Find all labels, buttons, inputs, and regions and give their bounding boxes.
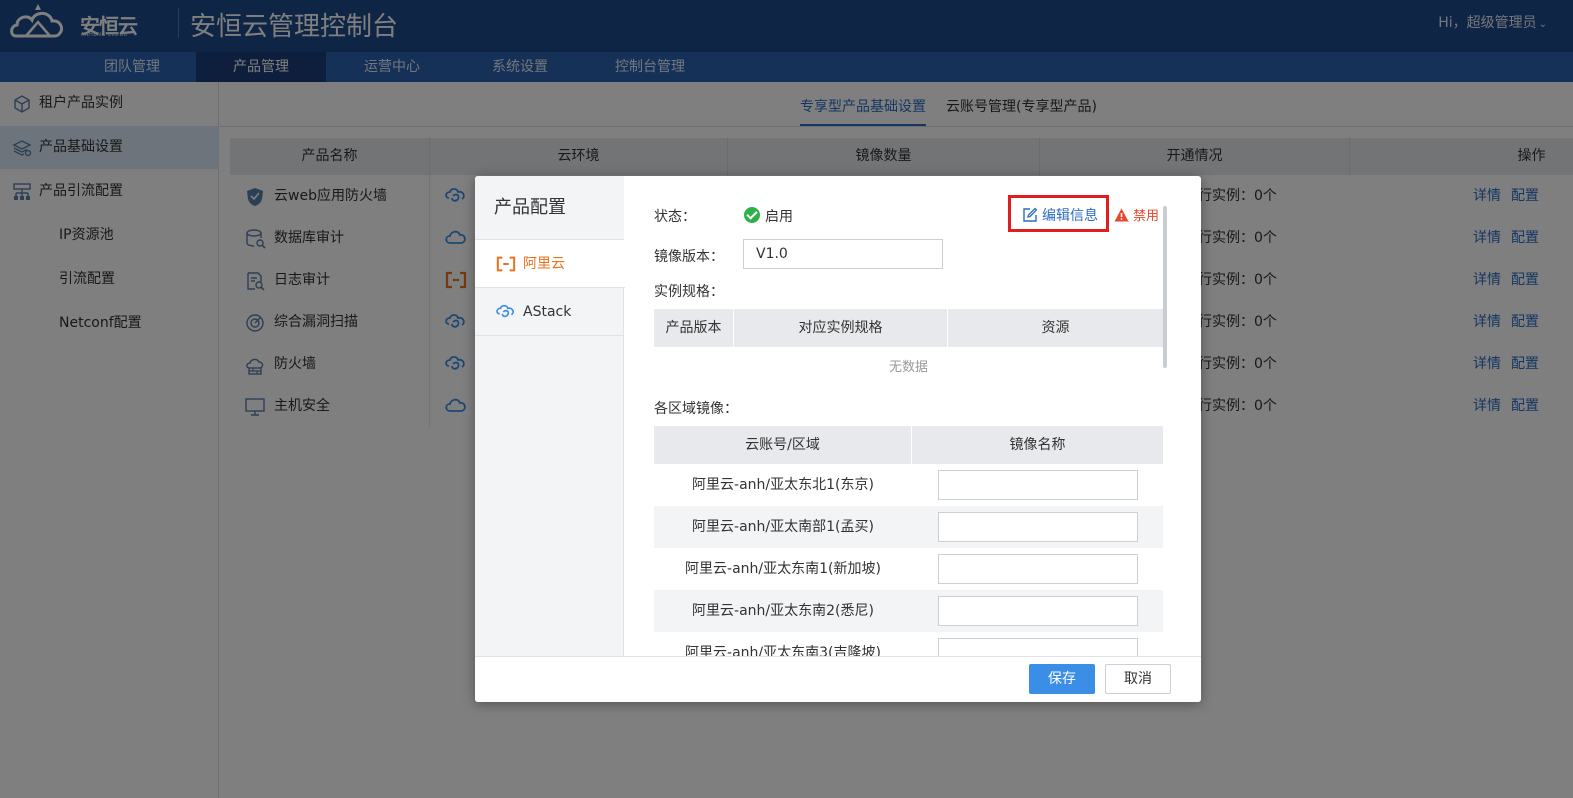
column-header-account-region: 云账号/区域: [654, 426, 912, 464]
column-header-product-version: 产品版本: [654, 309, 734, 347]
cancel-button[interactable]: 取消: [1105, 664, 1171, 694]
image-version-input[interactable]: V1.0: [743, 239, 943, 269]
provider-label: 阿里云: [523, 256, 565, 272]
spec-label: 实例规格：: [654, 284, 724, 300]
region-name: 阿里云-anh/亚太东南3(吉隆坡): [685, 645, 881, 656]
table-row: 阿里云-anh/亚太东南1(新加坡): [654, 548, 1163, 590]
scrollbar[interactable]: [1163, 206, 1167, 368]
status-value: 启用: [765, 209, 793, 225]
version-label: 镜像版本：: [654, 249, 724, 265]
column-header-image-name: 镜像名称: [1009, 437, 1066, 453]
region-name: 阿里云-anh/亚太东北1(东京): [692, 477, 874, 493]
region-name: 阿里云-anh/亚太南部1(孟买): [692, 519, 874, 535]
dialog-title: 产品配置: [475, 176, 624, 240]
column-header-instance-spec: 对应实例规格: [734, 309, 948, 347]
region-label: 各区域镜像：: [654, 401, 738, 417]
table-row: 阿里云-anh/亚太东北1(东京): [654, 464, 1163, 506]
table-row: 阿里云-anh/亚太东南2(悉尼): [654, 590, 1163, 632]
table-row: 阿里云-anh/亚太东南3(吉隆坡): [654, 632, 1163, 656]
provider-item-aliyun[interactable]: 阿里云: [475, 240, 625, 288]
status-label: 状态：: [654, 209, 696, 225]
provider-label: AStack: [523, 304, 572, 320]
spec-table-header: 产品版本 对应实例规格 资源: [654, 309, 1163, 347]
save-button[interactable]: 保存: [1029, 664, 1095, 694]
aliyun-icon: [496, 256, 516, 272]
region-table-header: 云账号/区域 镜像名称: [654, 426, 1163, 464]
table-row: 阿里云-anh/亚太南部1(孟买): [654, 506, 1163, 548]
column-header-resource: 资源: [1041, 320, 1070, 336]
image-name-input[interactable]: [938, 596, 1138, 626]
product-config-dialog: 产品配置 阿里云 AStack 状态： 启用 编辑信息 禁用 镜像版本： V1.…: [475, 176, 1201, 702]
edit-info-button[interactable]: 编辑信息: [1022, 205, 1098, 225]
provider-list: 产品配置 阿里云 AStack: [475, 176, 625, 656]
warning-icon: [1114, 208, 1129, 222]
provider-item-astack[interactable]: AStack: [475, 288, 624, 336]
astack-icon: [496, 304, 514, 318]
dialog-footer: 保存 取消: [475, 656, 1201, 702]
image-name-input[interactable]: [938, 470, 1138, 500]
check-circle-icon: [744, 207, 760, 223]
region-name: 阿里云-anh/亚太东南2(悉尼): [692, 603, 874, 619]
disable-button[interactable]: 禁用: [1114, 205, 1159, 224]
image-name-input[interactable]: [938, 638, 1138, 656]
empty-state: 无数据: [888, 360, 928, 375]
disable-label: 禁用: [1133, 209, 1160, 224]
edit-icon: [1023, 207, 1038, 222]
dialog-body: 状态： 启用 编辑信息 禁用 镜像版本： V1.0 实例规格： 产品版本 对应实…: [625, 176, 1201, 656]
image-name-input[interactable]: [938, 554, 1138, 584]
region-name: 阿里云-anh/亚太东南1(新加坡): [685, 561, 881, 577]
image-name-input[interactable]: [938, 512, 1138, 542]
edit-info-label: 编辑信息: [1042, 208, 1098, 224]
